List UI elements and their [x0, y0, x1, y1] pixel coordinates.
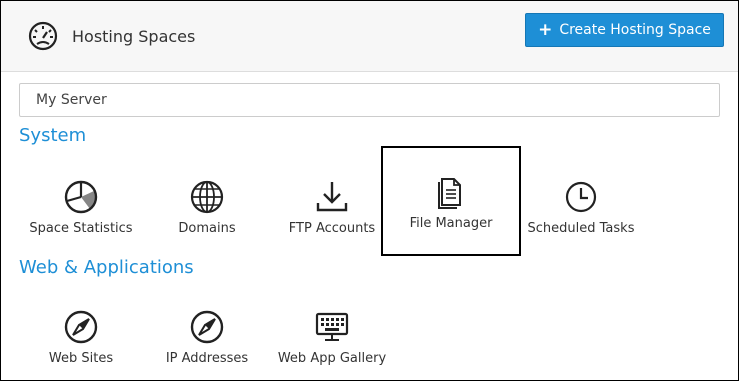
- tile-label: Domains: [178, 221, 236, 236]
- create-hosting-space-button[interactable]: + Create Hosting Space: [525, 13, 724, 47]
- create-button-label: Create Hosting Space: [559, 22, 711, 38]
- tile-file-manager[interactable]: File Manager: [381, 146, 521, 256]
- page-title: Hosting Spaces: [72, 27, 196, 46]
- tile-label: File Manager: [409, 216, 493, 231]
- globe-icon: [190, 180, 224, 214]
- tile-label: Web Sites: [48, 351, 114, 366]
- tile-space-statistics[interactable]: Space Statistics: [11, 151, 151, 259]
- server-selector[interactable]: My Server: [19, 83, 720, 117]
- compass-icon: [190, 310, 224, 344]
- tile-web-sites[interactable]: Web Sites: [11, 281, 151, 380]
- section-title-web-applications: Web & Applications: [19, 257, 194, 278]
- page-header: Hosting Spaces + Create Hosting Space: [1, 1, 738, 72]
- tile-label: Space Statistics: [29, 221, 133, 236]
- plus-icon: +: [538, 19, 553, 40]
- documents-icon: [438, 178, 461, 209]
- tile-label: Scheduled Tasks: [527, 221, 635, 236]
- tile-ip-addresses[interactable]: IP Addresses: [137, 281, 277, 380]
- tile-scheduled-tasks[interactable]: Scheduled Tasks: [511, 151, 651, 259]
- clock-icon: [565, 181, 597, 213]
- tile-domains[interactable]: Domains: [137, 151, 277, 259]
- keyboard-icon: [315, 312, 349, 341]
- tile-label: Web App Gallery: [277, 351, 387, 366]
- pie-chart-icon: [64, 180, 98, 214]
- tile-web-app-gallery[interactable]: Web App Gallery: [262, 281, 402, 380]
- compass-icon: [64, 310, 98, 344]
- tile-label: IP Addresses: [165, 351, 249, 366]
- download-tray-icon: [316, 182, 348, 212]
- dashboard-gauge-icon: [28, 21, 58, 51]
- section-title-system: System: [19, 125, 87, 146]
- app-frame: Hosting Spaces + Create Hosting Space My…: [0, 0, 739, 381]
